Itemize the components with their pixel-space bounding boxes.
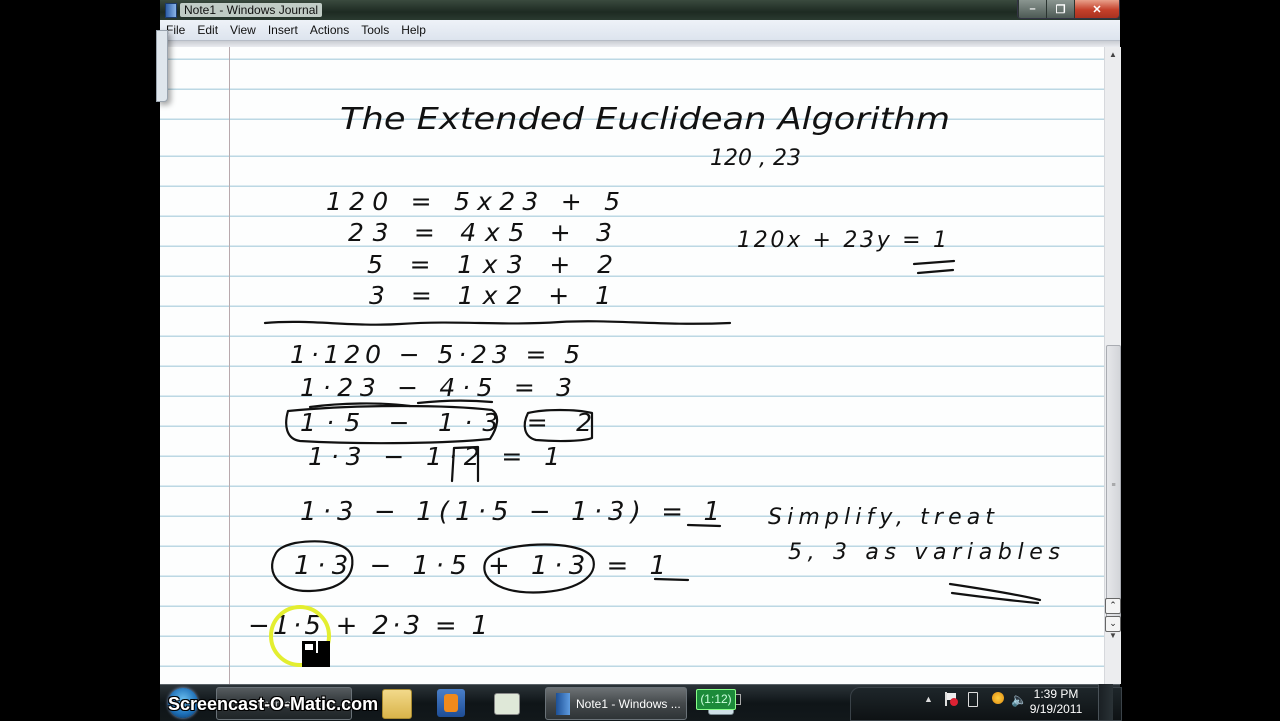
underline-1b: [653, 577, 690, 582]
taskbar-journal-button[interactable]: Note1 - Windows ...: [545, 687, 687, 720]
next-page-button[interactable]: ⌄: [1105, 616, 1121, 632]
close-button[interactable]: ✕: [1074, 0, 1119, 18]
rearranged-step: 1·23 − 4·5 = 3: [300, 373, 572, 402]
tablet-input-icon[interactable]: [494, 693, 520, 715]
previous-page-button[interactable]: ⌃: [1105, 598, 1121, 614]
scroll-up-arrow-icon[interactable]: ▲: [1105, 47, 1121, 61]
show-hidden-icons-arrow[interactable]: ▲: [924, 694, 933, 704]
substitution-step: 1·3 − 1(1·5 − 1·3) = 1: [300, 497, 720, 527]
minimize-button[interactable]: –: [1018, 0, 1046, 18]
eraser-cursor-icon: [302, 641, 330, 667]
show-desktop-button[interactable]: [1098, 684, 1113, 720]
file-explorer-icon[interactable]: [382, 689, 412, 719]
menu-tools[interactable]: Tools: [355, 20, 395, 40]
action-center-flag-icon[interactable]: [945, 692, 958, 706]
side-note-double-underline: [948, 582, 1042, 605]
division-step: 23 = 4x5 + 3: [348, 218, 612, 247]
rearranged-step: 1·120 − 5·23 = 5: [290, 340, 580, 369]
handwriting-layer: The Extended Euclidean Algorithm 120 , 2…: [248, 102, 1060, 641]
window-title: Note1 - Windows Journal: [180, 3, 323, 17]
side-panel-edge: [156, 30, 168, 102]
note-page[interactable]: The Extended Euclidean Algorithm 120 , 2…: [160, 47, 1104, 684]
menu-bar: File Edit View Insert Actions Tools Help: [160, 20, 1120, 41]
media-player-icon[interactable]: [437, 689, 465, 717]
goal-double-underline: [912, 259, 956, 275]
battery-timer[interactable]: (1:12): [696, 689, 736, 710]
underline-1: [686, 523, 722, 528]
menu-actions[interactable]: Actions: [304, 20, 355, 40]
title-bar[interactable]: Note1 - Windows Journal: [160, 0, 1120, 20]
division-step: 3 = 1x2 + 1: [369, 281, 611, 310]
restore-button[interactable]: ❐: [1046, 0, 1074, 18]
separator-line: [263, 320, 732, 326]
screencast-watermark: Screencast-O-Matic.com: [168, 694, 379, 714]
clock-time: 1:39 PM: [1033, 687, 1079, 701]
journal-task-icon: [556, 692, 570, 715]
battery-icon[interactable]: [968, 692, 978, 707]
windows-journal-icon: [165, 3, 177, 18]
side-note-line2: 5, 3 as variables: [788, 540, 1060, 565]
scrollbar-thumb[interactable]: ≡: [1106, 345, 1121, 629]
volume-icon[interactable]: 🔈: [1011, 692, 1027, 708]
clock-date: 9/19/2011: [1029, 702, 1083, 716]
note-inputs: 120 , 23: [710, 146, 801, 171]
battery-tip: [736, 694, 741, 705]
system-clock[interactable]: 1:39 PM 9/19/2011: [1029, 687, 1083, 717]
substitution-step: 1·3 − 1·5 + 1·3 = 1: [294, 551, 666, 581]
vertical-scrollbar[interactable]: ▲ ≡ ▼: [1104, 47, 1121, 684]
division-step: 5 = 1x3 + 2: [367, 250, 613, 279]
page-navigation: ⌃ ⌄: [1104, 597, 1121, 634]
menu-help[interactable]: Help: [395, 20, 432, 40]
rearranged-step: 1·5 − 1·3 = 2: [300, 408, 592, 437]
scrollbar-grip-icon: ≡: [1111, 482, 1116, 489]
menu-edit[interactable]: Edit: [191, 20, 224, 40]
note-title: The Extended Euclidean Algorithm: [340, 102, 950, 137]
journal-task-label: Note1 - Windows ...: [576, 696, 681, 711]
division-step: 120 = 5x23 + 5: [326, 187, 620, 216]
rearranged-step: 1·3 − 1·2 = 1: [308, 442, 560, 471]
menu-insert[interactable]: Insert: [262, 20, 304, 40]
menu-view[interactable]: View: [224, 20, 262, 40]
goal-equation: 120x + 23y = 1: [737, 228, 947, 253]
window-controls: – ❐ ✕: [1017, 0, 1120, 19]
network-icon[interactable]: [992, 692, 1004, 704]
side-note-line1: Simplify, treat: [768, 505, 995, 530]
journal-window: Note1 - Windows Journal – ❐ ✕ File Edit …: [156, 0, 1121, 684]
